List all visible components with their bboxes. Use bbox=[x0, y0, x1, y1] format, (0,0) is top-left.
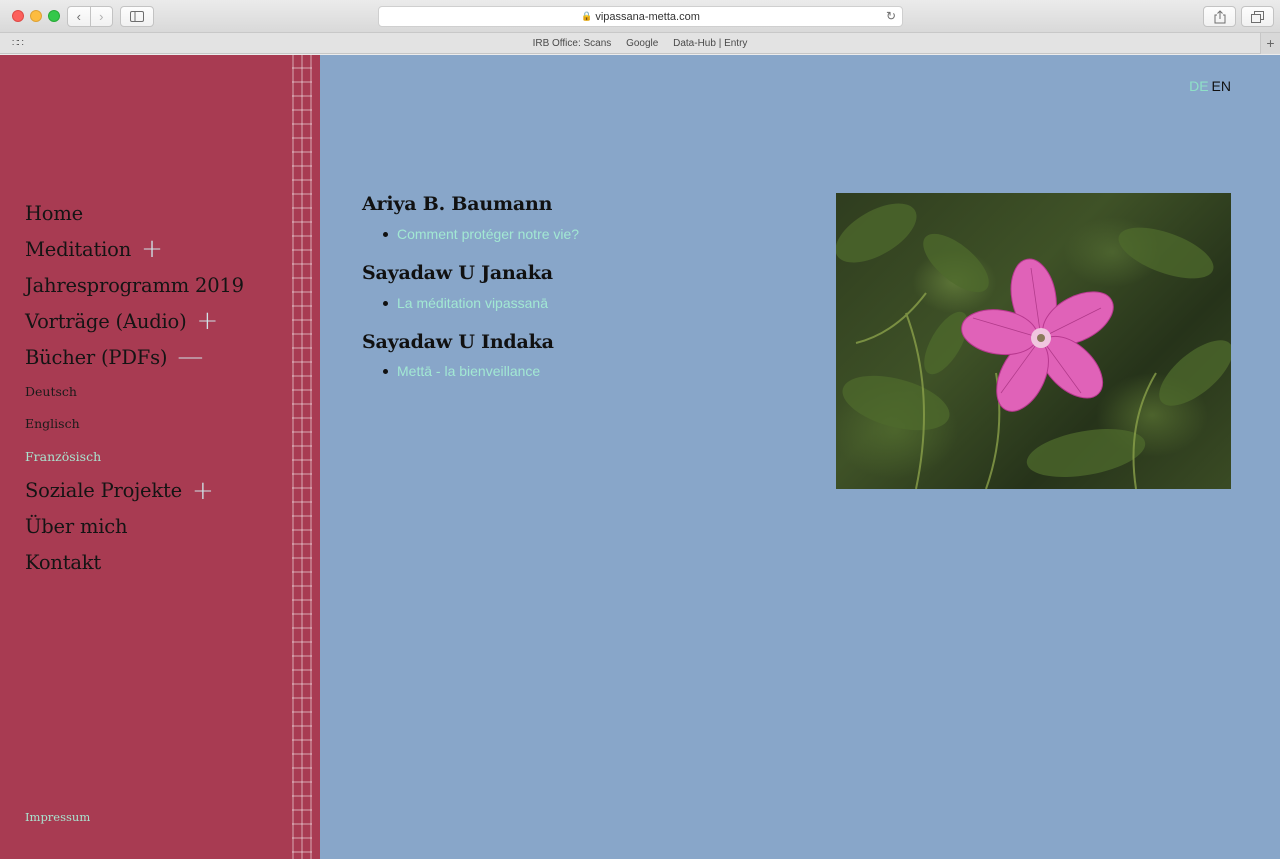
nav-item-vortraege[interactable]: Vorträge (Audio) + bbox=[25, 303, 244, 339]
subnav-item-franzoesisch[interactable]: Französisch bbox=[25, 440, 244, 473]
book-list: Ariya B. Baumann Comment protéger notre … bbox=[362, 193, 792, 399]
zoom-window-button[interactable] bbox=[48, 10, 60, 22]
book-link[interactable]: Comment protéger notre vie? bbox=[362, 226, 792, 242]
nav-item-label: Bücher (PDFs) bbox=[25, 345, 168, 369]
browser-titlebar: ‹ › 🔒 vipassana-metta.com ↻ bbox=[0, 0, 1280, 33]
nav-item-label: Soziale Projekte bbox=[25, 479, 182, 502]
nav-item-buecher[interactable]: Bücher (PDFs) — bbox=[25, 339, 244, 375]
nav-item-label: Über mich bbox=[25, 515, 128, 538]
close-window-button[interactable] bbox=[12, 10, 24, 22]
impressum-link[interactable]: Impressum bbox=[25, 810, 90, 824]
minimize-window-button[interactable] bbox=[30, 10, 42, 22]
flower-illustration bbox=[836, 203, 1231, 489]
bookmark-item[interactable]: Data-Hub | Entry bbox=[673, 38, 747, 49]
lock-icon: 🔒 bbox=[581, 11, 593, 21]
book-list-group: Mettā - la bienveillance bbox=[362, 363, 792, 379]
bookmarks-bar: ∷∷ IRB Office: Scans Google Data-Hub | E… bbox=[0, 33, 1280, 54]
author-heading: Ariya B. Baumann bbox=[362, 193, 553, 215]
nav-item-soziale-projekte[interactable]: Soziale Projekte + bbox=[25, 473, 244, 509]
lang-en-link[interactable]: EN bbox=[1212, 78, 1231, 94]
book-list-group: La méditation vipassanā bbox=[362, 295, 792, 311]
share-button[interactable] bbox=[1203, 6, 1236, 27]
lang-de-link[interactable]: DE bbox=[1189, 78, 1208, 94]
meander-border bbox=[292, 55, 312, 859]
plus-icon[interactable]: + bbox=[196, 308, 218, 334]
subnav-item-deutsch[interactable]: Deutsch bbox=[25, 375, 244, 408]
main-content: DE EN Ariya B. Baumann Comment protéger n… bbox=[320, 55, 1280, 859]
address-bar[interactable]: 🔒 vipassana-metta.com ↻ bbox=[378, 6, 903, 27]
main-navigation: Home Meditation + Jahresprogramm 2019 Vo… bbox=[25, 195, 244, 581]
bookmark-item[interactable]: Google bbox=[626, 38, 658, 49]
tabs-icon bbox=[1251, 10, 1264, 23]
nav-item-label: Meditation bbox=[25, 237, 132, 261]
author-heading: Sayadaw U Indaka bbox=[362, 330, 554, 353]
subnav-item-englisch[interactable]: Englisch bbox=[25, 408, 244, 441]
forward-icon[interactable]: › bbox=[89, 7, 113, 26]
plus-icon[interactable]: + bbox=[141, 236, 163, 262]
nav-item-label: Vorträge (Audio) bbox=[25, 309, 187, 333]
bookmark-links: IRB Office: Scans Google Data-Hub | Entr… bbox=[0, 38, 1280, 49]
url-text: vipassana-metta.com bbox=[595, 10, 700, 23]
nav-item-label: Kontakt bbox=[25, 551, 102, 574]
back-icon[interactable]: ‹ bbox=[68, 7, 90, 26]
nav-item-label: Home bbox=[25, 201, 83, 225]
tab-overview-button[interactable] bbox=[1241, 6, 1274, 27]
nav-item-jahresprogramm[interactable]: Jahresprogramm 2019 bbox=[25, 267, 244, 303]
bookmark-item[interactable]: IRB Office: Scans bbox=[533, 38, 612, 49]
history-nav: ‹ › bbox=[67, 6, 113, 27]
nav-item-label: Jahresprogramm 2019 bbox=[25, 273, 244, 297]
reload-icon[interactable]: ↻ bbox=[886, 9, 896, 23]
new-tab-button[interactable]: + bbox=[1260, 33, 1280, 54]
plus-icon[interactable]: + bbox=[192, 478, 214, 504]
sidebar-icon bbox=[130, 11, 144, 22]
book-link[interactable]: Mettā - la bienveillance bbox=[362, 363, 792, 379]
book-list-group: Comment protéger notre vie? bbox=[362, 226, 792, 242]
sidebar: Home Meditation + Jahresprogramm 2019 Vo… bbox=[0, 55, 320, 859]
nav-item-meditation[interactable]: Meditation + bbox=[25, 231, 244, 267]
flower-photo bbox=[836, 193, 1231, 489]
share-icon bbox=[1214, 9, 1225, 23]
language-switcher: DE EN bbox=[1189, 78, 1231, 94]
nav-item-home[interactable]: Home bbox=[25, 195, 244, 231]
nav-item-ueber-mich[interactable]: Über mich bbox=[25, 509, 244, 545]
author-heading: Sayadaw U Janaka bbox=[362, 261, 553, 284]
book-link[interactable]: La méditation vipassanā bbox=[362, 295, 792, 311]
web-page: Home Meditation + Jahresprogramm 2019 Vo… bbox=[0, 55, 1280, 859]
minus-icon[interactable]: — bbox=[177, 344, 203, 370]
sidebar-toggle-button[interactable] bbox=[120, 6, 154, 27]
nav-item-kontakt[interactable]: Kontakt bbox=[25, 545, 244, 581]
